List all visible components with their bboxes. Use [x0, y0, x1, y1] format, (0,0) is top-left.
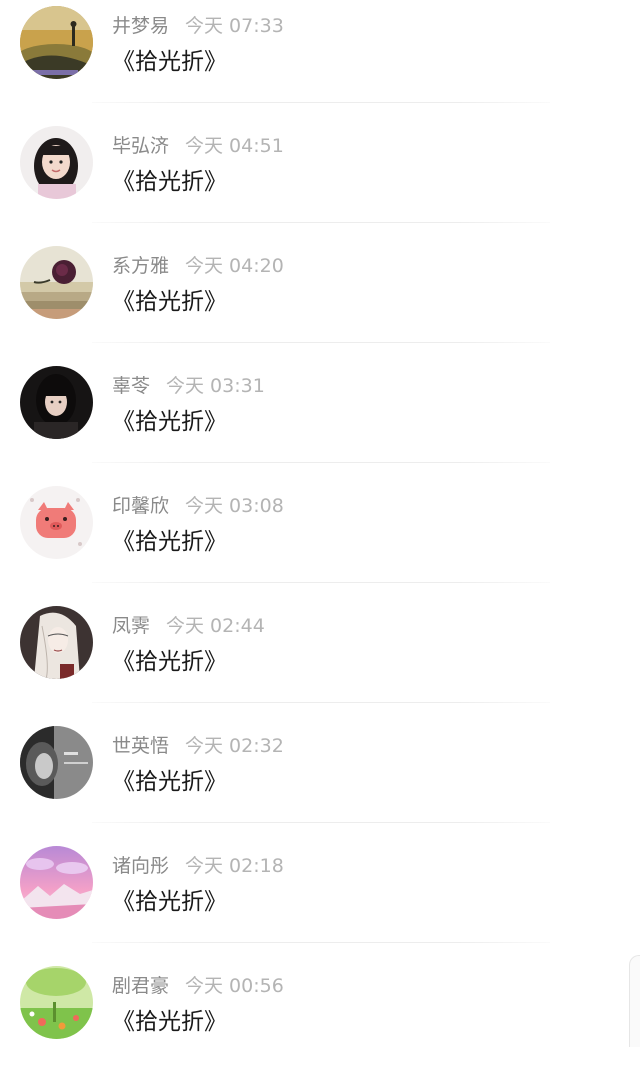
comment-text: 《拾光折》 [112, 49, 227, 75]
timestamp: 今天 03:08 [185, 495, 284, 517]
divider [92, 102, 550, 103]
username[interactable]: 毕弘济 [112, 135, 169, 157]
timestamp: 今天 04:51 [185, 135, 284, 157]
comment-text: 《拾光折》 [112, 649, 227, 675]
divider [92, 582, 550, 583]
edge-handle[interactable] [629, 955, 640, 1047]
comment-text: 《拾光折》 [112, 409, 227, 435]
comment-item[interactable]: 辜苓 今天 03:31 《拾光折》 [0, 360, 640, 480]
pink-pig-avatar-icon[interactable] [20, 486, 93, 559]
username[interactable]: 系方雅 [112, 255, 169, 277]
comment-meta: 凤霁 今天 02:44 [112, 612, 265, 640]
girl-portrait-avatar-icon[interactable] [20, 126, 93, 199]
timestamp: 今天 07:33 [185, 15, 284, 37]
comment-meta: 剧君豪 今天 00:56 [112, 972, 284, 1000]
comment-text: 《拾光折》 [112, 169, 227, 195]
divider [92, 462, 550, 463]
comment-meta: 井梦易 今天 07:33 [112, 12, 284, 40]
dark-portrait-avatar-icon[interactable] [20, 366, 93, 439]
timestamp: 今天 03:31 [166, 375, 265, 397]
comment-meta: 世英悟 今天 02:32 [112, 732, 284, 760]
divider [92, 942, 550, 943]
timestamp: 今天 04:20 [185, 255, 284, 277]
comment-item[interactable]: 系方雅 今天 04:20 《拾光折》 [0, 240, 640, 360]
timestamp: 今天 00:56 [185, 975, 284, 997]
comment-text: 《拾光折》 [112, 529, 227, 555]
divider [92, 822, 550, 823]
username[interactable]: 印馨欣 [112, 495, 169, 517]
username[interactable]: 凤霁 [112, 615, 150, 637]
username[interactable]: 世英悟 [112, 735, 169, 757]
comment-item[interactable]: 毕弘济 今天 04:51 《拾光折》 [0, 120, 640, 240]
username[interactable]: 诸向彤 [112, 855, 169, 877]
divider [92, 702, 550, 703]
comment-meta: 诸向彤 今天 02:18 [112, 852, 284, 880]
bw-portrait-avatar-icon[interactable] [20, 726, 93, 799]
green-meadow-avatar-icon[interactable] [20, 966, 93, 1039]
comment-text: 《拾光折》 [112, 1009, 227, 1035]
rose-on-books-avatar-icon[interactable] [20, 246, 93, 319]
pink-sky-mountain-avatar-icon[interactable] [20, 846, 93, 919]
comment-item[interactable]: 诸向彤 今天 02:18 《拾光折》 [0, 840, 640, 960]
comment-item[interactable]: 井梦易 今天 07:33 《拾光折》 [0, 0, 640, 120]
comment-meta: 印馨欣 今天 03:08 [112, 492, 284, 520]
comment-item[interactable]: 世英悟 今天 02:32 《拾光折》 [0, 720, 640, 840]
divider [92, 222, 550, 223]
comment-text: 《拾光折》 [112, 889, 227, 915]
username[interactable]: 井梦易 [112, 15, 169, 37]
landscape-avatar-icon[interactable] [20, 6, 93, 79]
comment-text: 《拾光折》 [112, 769, 227, 795]
comment-item[interactable]: 印馨欣 今天 03:08 《拾光折》 [0, 480, 640, 600]
comment-list: 井梦易 今天 07:33 《拾光折》 毕弘济 今天 04:51 《拾光折》 系方… [0, 0, 640, 1047]
comment-meta: 系方雅 今天 04:20 [112, 252, 284, 280]
comment-item[interactable]: 剧君豪 今天 00:56 《拾光折》 [0, 960, 640, 1080]
timestamp: 今天 02:32 [185, 735, 284, 757]
comment-item[interactable]: 凤霁 今天 02:44 《拾光折》 [0, 600, 640, 720]
timestamp: 今天 02:44 [166, 615, 265, 637]
username[interactable]: 剧君豪 [112, 975, 169, 997]
comment-meta: 毕弘济 今天 04:51 [112, 132, 284, 160]
divider [92, 342, 550, 343]
comment-text: 《拾光折》 [112, 289, 227, 315]
timestamp: 今天 02:18 [185, 855, 284, 877]
anime-drawing-avatar-icon[interactable] [20, 606, 93, 679]
comment-meta: 辜苓 今天 03:31 [112, 372, 265, 400]
username[interactable]: 辜苓 [112, 375, 150, 397]
